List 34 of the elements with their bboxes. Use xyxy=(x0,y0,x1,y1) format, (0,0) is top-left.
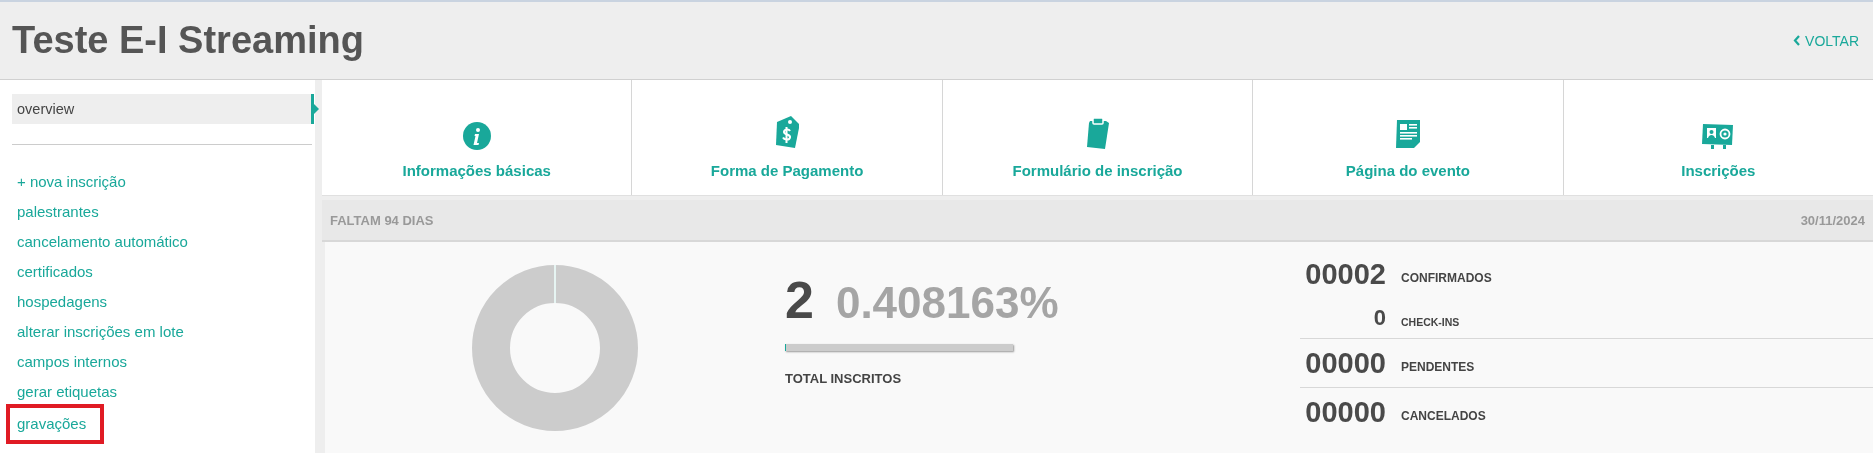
event-date: 30/11/2024 xyxy=(1800,212,1865,228)
sidebar-link[interactable]: alterar inscrições em lote xyxy=(12,317,184,347)
sidebar-link[interactable]: palestrantes xyxy=(12,197,99,227)
sidebar-link[interactable]: certificados xyxy=(12,257,93,287)
stat-value: 0 xyxy=(1372,305,1386,331)
document-icon xyxy=(1393,118,1422,150)
sidebar-link[interactable]: cancelamento automático xyxy=(12,227,188,257)
sidebar-link[interactable]: gerar etiquetas xyxy=(12,377,118,407)
nav-tile[interactable]: Formulário de inscrição xyxy=(942,80,1254,195)
price-tag-icon xyxy=(773,114,802,150)
back-link[interactable]: VOLTAR xyxy=(1793,32,1859,49)
stat-value: 00000 xyxy=(1304,395,1386,429)
info-icon xyxy=(462,122,491,150)
countdown-label: FALTAM 94 DIAS xyxy=(330,212,434,228)
nav-tile[interactable]: Informações básicas xyxy=(322,80,633,195)
total-count: 2 xyxy=(785,270,814,330)
total-percent: 0.408163% xyxy=(835,278,1059,328)
nav-tile[interactable]: Inscrições xyxy=(1563,80,1873,195)
stat-label: CHECK-INS xyxy=(1401,315,1460,328)
chevron-left-icon xyxy=(1793,35,1801,46)
nav-tile[interactable]: Página do evento xyxy=(1253,80,1564,195)
page-title: Teste E-I Streaming xyxy=(12,19,364,62)
sidebar-item[interactable]: overview xyxy=(12,94,319,124)
nav-tile[interactable]: Forma de Pagamento xyxy=(632,80,943,195)
stat-label: CONFIRMADOS xyxy=(1401,270,1492,285)
sidebar-link[interactable]: + nova inscrição xyxy=(12,167,126,197)
stat-label: PENDENTES xyxy=(1401,359,1475,374)
stat-label: CANCELADOS xyxy=(1401,408,1486,423)
stat-value: 00000 xyxy=(1304,346,1386,380)
sidebar-link[interactable]: gravações xyxy=(6,404,105,444)
sidebar-link[interactable]: hospedagens xyxy=(12,287,108,317)
stat-value: 00002 xyxy=(1304,257,1386,291)
sidebar-link[interactable]: campos internos xyxy=(12,347,128,377)
total-label: TOTAL INSCRITOS xyxy=(785,371,903,386)
